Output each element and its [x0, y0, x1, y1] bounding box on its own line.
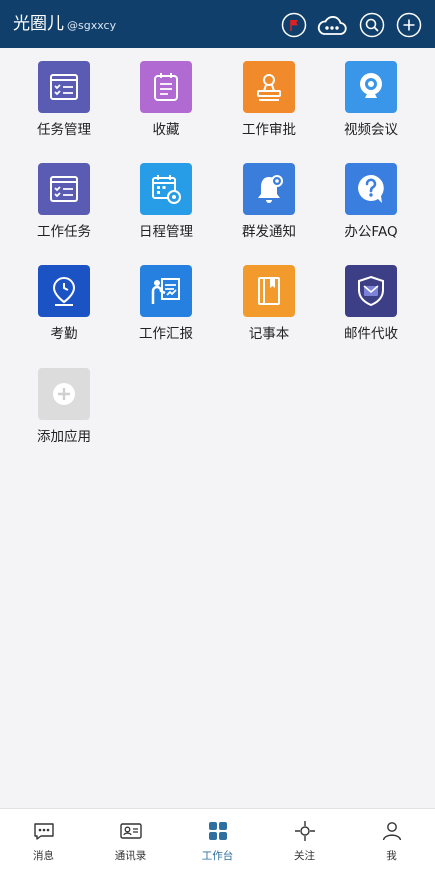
app-label: 工作审批 [242, 122, 296, 138]
webcam-icon [345, 61, 397, 113]
app-label: 工作汇报 [139, 326, 193, 342]
crosshair-icon [294, 821, 315, 841]
app-task-management[interactable]: 任务管理 [13, 61, 115, 161]
task-list-icon [38, 163, 90, 215]
app-notebook[interactable]: 记事本 [218, 265, 320, 365]
add-icon [38, 368, 90, 420]
tab-workbench[interactable]: 工作台 [174, 819, 261, 874]
tab-contacts[interactable]: 通讯录 [87, 819, 174, 874]
search-button[interactable] [359, 12, 385, 38]
app-office-faq[interactable]: 办公FAQ [320, 163, 422, 263]
app-mail-collection[interactable]: 邮件代收 [320, 265, 422, 365]
app-attendance[interactable]: 考勤 [13, 265, 115, 365]
tab-label: 消息 [33, 850, 54, 862]
task-list-icon [38, 61, 90, 113]
app-label: 工作任务 [37, 224, 91, 240]
cloud-button[interactable] [316, 12, 348, 38]
tab-label: 工作台 [201, 850, 234, 862]
app-work-approval[interactable]: 工作审批 [218, 61, 320, 161]
tab-follow[interactable]: 关注 [261, 819, 348, 874]
app-label: 考勤 [50, 326, 78, 342]
cloud-icon [317, 16, 347, 35]
app-title: 光圈儿 @sgxxcy [13, 13, 116, 37]
app-work-tasks[interactable]: 工作任务 [13, 163, 115, 263]
contact-card-icon [119, 823, 142, 839]
bottom-tab-bar: 消息 通讯录 工作台 关注 我 [0, 808, 435, 884]
stamp-icon [243, 61, 295, 113]
app-label: 添加应用 [37, 429, 91, 445]
tab-label: 我 [386, 850, 397, 862]
app-label: 办公FAQ [344, 224, 398, 240]
app-label: 日程管理 [139, 224, 193, 240]
mail-shield-icon [345, 265, 397, 317]
tab-label: 通讯录 [114, 850, 147, 862]
chat-bubble-icon [33, 823, 54, 840]
person-icon [382, 822, 401, 841]
tab-me[interactable]: 我 [348, 819, 435, 874]
app-add-application[interactable]: 添加应用 [13, 368, 115, 468]
app-label: 收藏 [152, 122, 180, 138]
app-schedule[interactable]: 日程管理 [115, 163, 217, 263]
grid-icon [208, 822, 227, 840]
tab-messages[interactable]: 消息 [0, 819, 87, 874]
account-handle: @sgxxcy [67, 19, 117, 32]
tab-label: 关注 [294, 850, 315, 862]
add-button[interactable] [396, 12, 422, 38]
app-favorites[interactable]: 收藏 [115, 61, 217, 161]
app-group-notice[interactable]: 群发通知 [218, 163, 320, 263]
flag-icon [281, 12, 307, 38]
app-label: 邮件代收 [344, 326, 398, 342]
location-clock-icon [38, 265, 90, 317]
bell-icon [243, 163, 295, 215]
question-bubble-icon [345, 163, 397, 215]
app-header: 光圈儿 @sgxxcy [0, 0, 435, 48]
flag-button[interactable] [281, 12, 307, 38]
presentation-icon [140, 265, 192, 317]
app-name: 光圈儿 [13, 14, 64, 34]
app-label: 记事本 [248, 326, 290, 342]
app-label: 任务管理 [37, 122, 91, 138]
notebook-icon [243, 265, 295, 317]
app-label: 群发通知 [242, 224, 296, 240]
app-work-report[interactable]: 工作汇报 [115, 265, 217, 365]
calendar-gear-icon [140, 163, 192, 215]
notepad-icon [140, 61, 192, 113]
app-video-conference[interactable]: 视频会议 [320, 61, 422, 161]
app-label: 视频会议 [344, 122, 398, 138]
plus-icon [396, 12, 422, 38]
search-icon [359, 12, 385, 38]
